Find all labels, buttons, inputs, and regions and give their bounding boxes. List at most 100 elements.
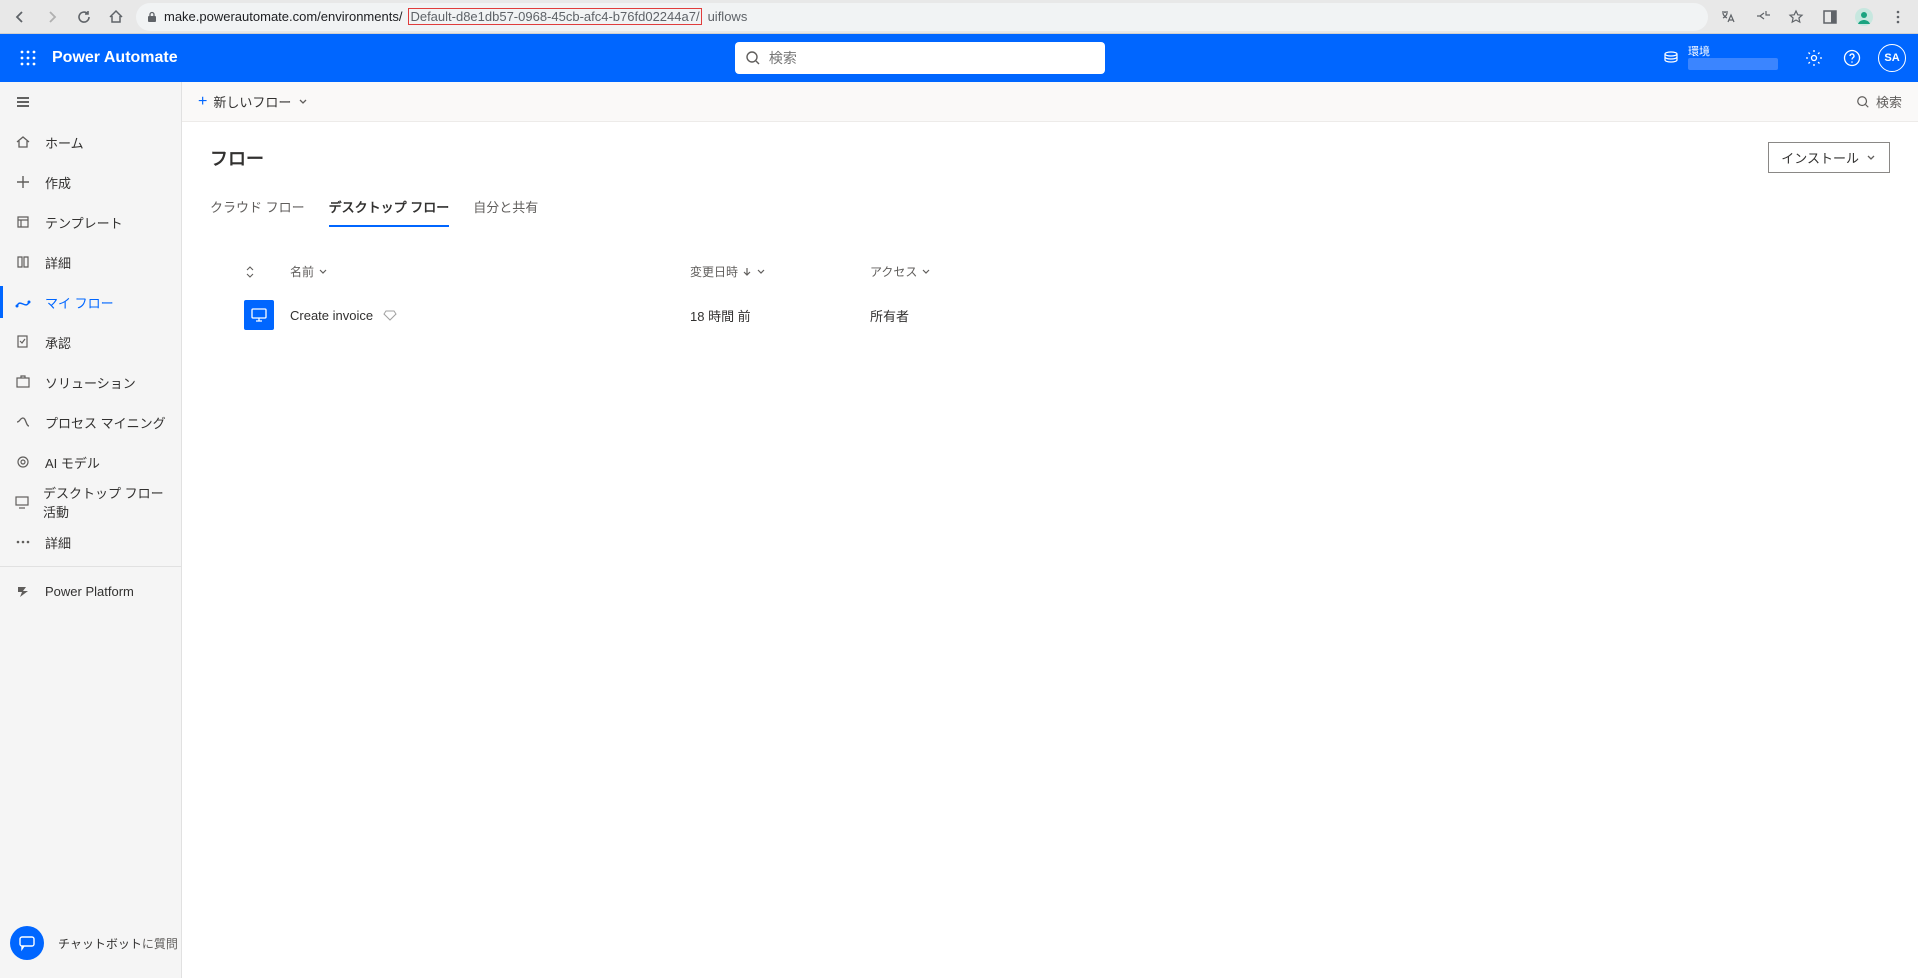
flows-table: 名前 変更日時 アクセス — [210, 257, 1890, 344]
chevron-down-icon — [756, 267, 766, 277]
profile-icon[interactable] — [1852, 5, 1876, 29]
environment-icon — [1662, 49, 1680, 67]
app-launcher[interactable] — [12, 42, 44, 74]
command-search[interactable]: 検索 — [1856, 92, 1902, 111]
sidebar: ホーム 作成 テンプレート 詳細 マイ フロー 承認 ソリューション プロセス — [0, 82, 182, 978]
star-icon[interactable] — [1784, 5, 1808, 29]
process-icon — [14, 414, 32, 430]
book-icon — [14, 254, 32, 270]
flow-access: 所有者 — [870, 306, 1070, 325]
col-modified[interactable]: 変更日時 — [690, 263, 870, 280]
arrow-down-icon — [742, 267, 752, 277]
col-select[interactable] — [210, 263, 290, 280]
table-row[interactable]: Create invoice 18 時間 前 所有者 — [210, 286, 1890, 344]
sidebar-label: ホーム — [45, 133, 84, 152]
col-name[interactable]: 名前 — [290, 263, 690, 280]
tab-desktop-flows[interactable]: デスクトップ フロー — [329, 191, 450, 226]
sidebar-label: プロセス マイニング — [45, 413, 166, 432]
sidebar-label: Power Platform — [45, 584, 134, 599]
plus-icon — [14, 174, 32, 190]
activity-icon — [14, 494, 30, 510]
sidebar-hamburger[interactable] — [0, 82, 181, 122]
sidebar-label: マイ フロー — [45, 293, 114, 312]
sidebar-label: AI モデル — [45, 453, 100, 472]
sidebar-item-solutions[interactable]: ソリューション — [0, 362, 181, 402]
command-bar: + 新しいフロー 検索 — [182, 82, 1918, 122]
chevron-down-icon — [1865, 152, 1877, 164]
page-title: フロー — [210, 145, 264, 171]
sidebar-label: テンプレート — [45, 213, 123, 232]
tab-shared[interactable]: 自分と共有 — [473, 191, 538, 226]
url-segment-post: uiflows — [708, 9, 748, 24]
tab-cloud-flows[interactable]: クラウド フロー — [210, 191, 305, 226]
ai-icon — [14, 454, 32, 470]
help-icon[interactable] — [1840, 46, 1864, 70]
sidebar-label: 承認 — [45, 333, 71, 352]
sidebar-item-more[interactable]: 詳細 — [0, 522, 181, 562]
sidebar-item-templates[interactable]: テンプレート — [0, 202, 181, 242]
translate-icon[interactable] — [1716, 5, 1740, 29]
sidebar-label: 詳細 — [45, 533, 71, 552]
sidebar-item-powerplatform[interactable]: Power Platform — [0, 571, 181, 611]
chatbot-label[interactable]: チャットボットに質問 — [58, 935, 178, 952]
new-flow-button[interactable]: + 新しいフロー — [198, 92, 309, 111]
sidebar-item-create[interactable]: 作成 — [0, 162, 181, 202]
sidebar-item-home[interactable]: ホーム — [0, 122, 181, 162]
plus-icon: + — [198, 93, 207, 111]
sidebar-label: 詳細 — [45, 253, 71, 272]
search-icon — [1856, 95, 1870, 109]
home-icon — [14, 134, 32, 150]
forward-button[interactable] — [40, 5, 64, 29]
sidebar-item-aimodels[interactable]: AI モデル — [0, 442, 181, 482]
browser-chrome: make.powerautomate.com/environments/Defa… — [0, 0, 1918, 34]
new-flow-label: 新しいフロー — [213, 92, 291, 111]
sidebar-item-myflows[interactable]: マイ フロー — [0, 282, 181, 322]
col-access[interactable]: アクセス — [870, 263, 1070, 280]
address-bar[interactable]: make.powerautomate.com/environments/Defa… — [136, 3, 1708, 31]
sidebar-item-processmining[interactable]: プロセス マイニング — [0, 402, 181, 442]
sidebar-label: デスクトップ フロー活動 — [43, 483, 167, 521]
table-header: 名前 変更日時 アクセス — [210, 257, 1890, 286]
user-avatar[interactable]: SA — [1878, 44, 1906, 72]
share-icon[interactable] — [1750, 5, 1774, 29]
sidebar-item-approvals[interactable]: 承認 — [0, 322, 181, 362]
environment-picker[interactable]: 環境 — [1662, 46, 1778, 70]
back-button[interactable] — [8, 5, 32, 29]
solution-icon — [14, 374, 32, 390]
chatbot-button[interactable] — [10, 926, 44, 960]
hamburger-icon — [14, 94, 32, 110]
home-button[interactable] — [104, 5, 128, 29]
reload-button[interactable] — [72, 5, 96, 29]
app-header: Power Automate 環境 SA — [0, 34, 1918, 82]
panel-icon[interactable] — [1818, 5, 1842, 29]
app-title[interactable]: Power Automate — [52, 49, 178, 67]
chevron-down-icon — [318, 267, 328, 277]
sidebar-item-desktopactivity[interactable]: デスクトップ フロー活動 — [0, 482, 181, 522]
desktop-flow-icon — [244, 300, 274, 330]
sidebar-item-learn[interactable]: 詳細 — [0, 242, 181, 282]
install-button[interactable]: インストール — [1768, 142, 1890, 173]
chat-icon — [18, 934, 36, 952]
powerplatform-icon — [14, 583, 32, 599]
search-icon — [745, 50, 761, 66]
search-input[interactable] — [769, 50, 1095, 66]
env-label: 環境 — [1688, 46, 1778, 58]
chevron-down-icon — [297, 96, 309, 108]
flow-modified: 18 時間 前 — [690, 306, 870, 325]
ellipsis-icon — [14, 534, 32, 550]
template-icon — [14, 214, 32, 230]
chevron-down-icon — [921, 267, 931, 277]
separator — [0, 566, 181, 567]
env-name-redacted — [1688, 58, 1778, 70]
command-search-label: 検索 — [1876, 92, 1902, 111]
premium-badge-icon — [383, 308, 397, 322]
settings-icon[interactable] — [1802, 46, 1826, 70]
tabs: クラウド フロー デスクトップ フロー 自分と共有 — [210, 191, 1890, 227]
lock-icon — [146, 11, 158, 23]
global-search[interactable] — [735, 42, 1105, 74]
sort-icon — [243, 265, 257, 279]
main-content: + 新しいフロー 検索 フロー インストール クラウド フロー デスクトップ フ… — [182, 82, 1918, 978]
more-icon[interactable] — [1886, 5, 1910, 29]
install-label: インストール — [1781, 148, 1859, 167]
flow-name[interactable]: Create invoice — [290, 308, 373, 323]
